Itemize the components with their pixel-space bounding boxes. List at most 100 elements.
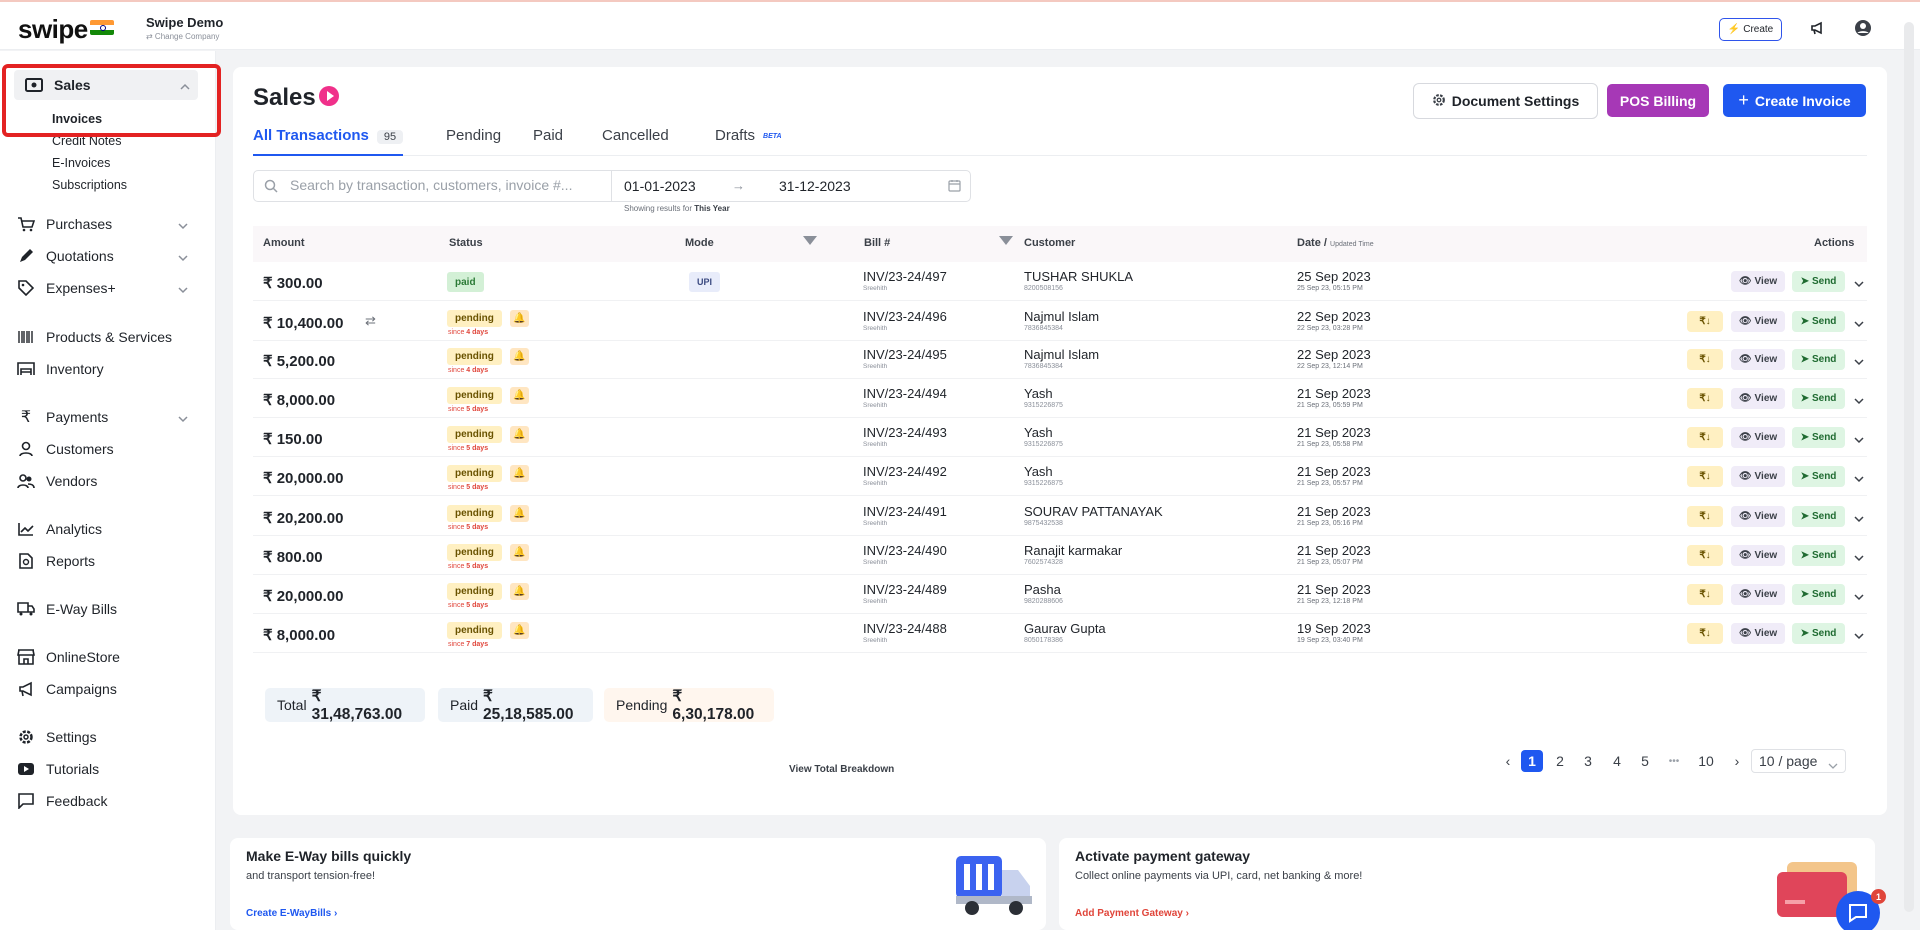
table-row[interactable]: ₹ 8,000.00 pending 🔔 since 5 days INV/23-24/… <box>253 379 1867 418</box>
more-actions-chevron-icon[interactable] <box>1854 431 1864 449</box>
more-actions-chevron-icon[interactable] <box>1854 588 1864 606</box>
customer-name[interactable]: Pasha <box>1024 582 1061 597</box>
view-button[interactable]: 👁 View <box>1731 349 1785 370</box>
column-header-customer[interactable]: Customer <box>1024 237 1075 249</box>
reminder-bell-icon[interactable]: 🔔 <box>510 505 529 522</box>
send-button[interactable]: ➤ Send <box>1792 271 1845 292</box>
view-button[interactable]: 👁 View <box>1731 623 1785 644</box>
column-header-date[interactable]: Date / Updated Time <box>1297 237 1374 249</box>
table-row[interactable]: ₹ 20,000.00 pending 🔔 since 5 days INV/23-24… <box>253 575 1867 614</box>
megaphone-icon[interactable] <box>1807 17 1829 39</box>
sidebar-item-online-store[interactable]: OnlineStore <box>16 642 196 672</box>
create-eway-bills-link[interactable]: Create E-WayBills › <box>246 908 337 919</box>
more-actions-chevron-icon[interactable] <box>1854 315 1864 333</box>
view-button[interactable]: 👁 View <box>1731 311 1785 332</box>
bill-number[interactable]: INV/23-24/489 <box>863 582 947 597</box>
record-payment-button[interactable]: ₹↓ <box>1687 623 1723 644</box>
record-payment-button[interactable]: ₹↓ <box>1687 466 1723 487</box>
table-row[interactable]: ₹ 20,200.00 pending 🔔 since 5 days INV/23-24… <box>253 497 1867 536</box>
send-button[interactable]: ➤ Send <box>1792 427 1845 448</box>
sidebar-item-products-services[interactable]: Products & Services <box>16 322 196 352</box>
customer-name[interactable]: Ranajit karmakar <box>1024 543 1122 558</box>
create-invoice-button[interactable]: + Create Invoice <box>1723 84 1866 117</box>
send-button[interactable]: ➤ Send <box>1792 545 1845 566</box>
search-input[interactable] <box>290 177 610 193</box>
user-avatar-icon[interactable] <box>1852 17 1874 39</box>
customer-name[interactable]: TUSHAR SHUKLA <box>1024 269 1133 284</box>
page-size-select[interactable]: 10 / page <box>1751 749 1846 773</box>
sidebar-subitem-subscriptions[interactable]: Subscriptions <box>52 178 127 192</box>
customer-name[interactable]: Yash <box>1024 425 1053 440</box>
filter-icon[interactable] <box>803 236 817 245</box>
send-button[interactable]: ➤ Send <box>1792 466 1845 487</box>
column-header-status[interactable]: Status <box>449 237 483 249</box>
customer-name[interactable]: Yash <box>1024 386 1053 401</box>
play-video-icon[interactable] <box>319 86 339 106</box>
view-button[interactable]: 👁 View <box>1731 427 1785 448</box>
sidebar-item-customers[interactable]: Customers <box>16 434 196 464</box>
bill-number[interactable]: INV/23-24/494 <box>863 386 947 401</box>
sidebar-item-expenses[interactable]: Expenses+ <box>16 273 196 303</box>
send-button[interactable]: ➤ Send <box>1792 506 1845 527</box>
view-button[interactable]: 👁 View <box>1731 506 1785 527</box>
record-payment-button[interactable]: ₹↓ <box>1687 427 1723 448</box>
more-actions-chevron-icon[interactable] <box>1854 627 1864 645</box>
table-row[interactable]: ₹ 5,200.00 pending 🔔 since 4 days INV/23-24/… <box>253 340 1867 379</box>
sidebar-item-vendors[interactable]: Vendors <box>16 466 196 496</box>
page-1-button[interactable]: 1 <box>1521 750 1543 772</box>
company-switcher[interactable]: Swipe Demo ⇄ Change Company <box>146 15 223 41</box>
page-3-button[interactable]: 3 <box>1577 750 1599 772</box>
sidebar-item-analytics[interactable]: Analytics <box>16 514 196 544</box>
bill-number[interactable]: INV/23-24/492 <box>863 464 947 479</box>
tab-paid[interactable]: Paid <box>533 127 563 144</box>
record-payment-button[interactable]: ₹↓ <box>1687 584 1723 605</box>
table-row[interactable]: ₹ 300.00 paid UPI INV/23-24/497 Sreehith TUSH… <box>253 262 1867 301</box>
add-payment-gateway-link[interactable]: Add Payment Gateway › <box>1075 908 1189 919</box>
more-actions-chevron-icon[interactable] <box>1854 470 1864 488</box>
send-button[interactable]: ➤ Send <box>1792 623 1845 644</box>
date-from-input[interactable]: 01-01-2023 <box>624 178 696 194</box>
bill-number[interactable]: INV/23-24/495 <box>863 347 947 362</box>
more-actions-chevron-icon[interactable] <box>1854 353 1864 371</box>
more-actions-chevron-icon[interactable] <box>1854 275 1864 293</box>
table-row[interactable]: ₹ 10,400.00 ⇄ pending 🔔 since 4 days INV/23-2… <box>253 302 1867 341</box>
more-actions-chevron-icon[interactable] <box>1854 392 1864 410</box>
customer-name[interactable]: Yash <box>1024 464 1053 479</box>
page-scrollbar[interactable] <box>1904 22 1914 912</box>
record-payment-button[interactable]: ₹↓ <box>1687 349 1723 370</box>
tab-drafts[interactable]: Drafts BETA <box>715 127 782 144</box>
view-button[interactable]: 👁 View <box>1731 545 1785 566</box>
send-button[interactable]: ➤ Send <box>1792 349 1845 370</box>
sidebar-item-inventory[interactable]: Inventory <box>16 354 196 384</box>
record-payment-button[interactable]: ₹↓ <box>1687 506 1723 527</box>
bill-number[interactable]: INV/23-24/496 <box>863 309 947 324</box>
sidebar-item-sales[interactable]: Sales <box>14 70 198 100</box>
table-row[interactable]: ₹ 8,000.00 pending 🔔 since 7 days INV/23-24/… <box>253 614 1867 653</box>
next-page-icon[interactable]: › <box>1726 750 1748 772</box>
customer-name[interactable]: Gaurav Gupta <box>1024 621 1106 636</box>
calendar-icon[interactable] <box>948 179 961 197</box>
send-button[interactable]: ➤ Send <box>1792 311 1845 332</box>
page-4-button[interactable]: 4 <box>1606 750 1628 772</box>
sidebar-item-settings[interactable]: Settings <box>16 722 196 752</box>
record-payment-button[interactable]: ₹↓ <box>1687 388 1723 409</box>
column-header-amount[interactable]: Amount <box>263 237 305 249</box>
column-header-bill[interactable]: Bill # <box>864 237 890 249</box>
table-row[interactable]: ₹ 150.00 pending 🔔 since 5 days INV/23-24/49… <box>253 418 1867 457</box>
customer-name[interactable]: Najmul Islam <box>1024 309 1099 324</box>
reminder-bell-icon[interactable]: 🔔 <box>510 310 529 327</box>
pos-billing-button[interactable]: POS Billing <box>1607 84 1709 117</box>
reminder-bell-icon[interactable]: 🔔 <box>510 387 529 404</box>
sidebar-item-quotations[interactable]: Quotations <box>16 241 196 271</box>
sidebar-item-eway-bills[interactable]: E-Way Bills <box>16 594 196 624</box>
bill-number[interactable]: INV/23-24/490 <box>863 543 947 558</box>
reminder-bell-icon[interactable]: 🔔 <box>510 348 529 365</box>
tab-cancelled[interactable]: Cancelled <box>602 127 669 144</box>
sidebar-item-payments[interactable]: ₹ Payments <box>16 402 196 432</box>
reminder-bell-icon[interactable]: 🔔 <box>510 426 529 443</box>
customer-name[interactable]: SOURAV PATTANAYAK <box>1024 504 1163 519</box>
more-actions-chevron-icon[interactable] <box>1854 549 1864 567</box>
top-create-button[interactable]: ⚡ Create <box>1719 18 1782 41</box>
reminder-bell-icon[interactable]: 🔔 <box>510 465 529 482</box>
pagination-ellipsis[interactable]: ••• <box>1663 750 1685 772</box>
